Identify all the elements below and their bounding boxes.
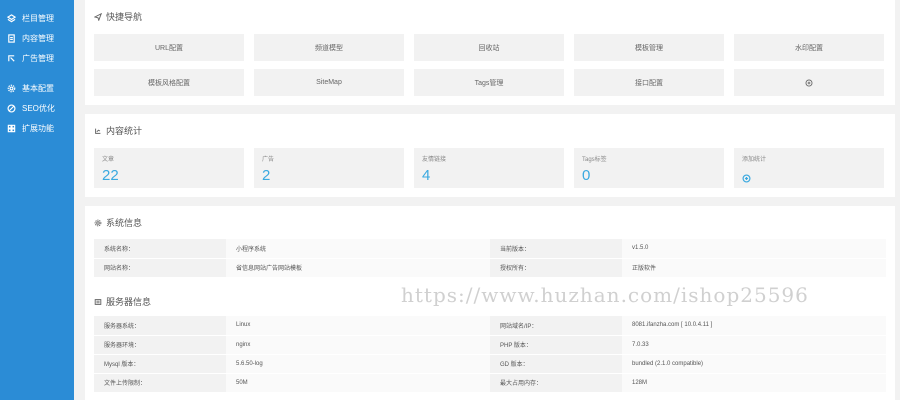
stat-value: 0 — [582, 167, 591, 184]
info-key: Mysql 版本： — [94, 354, 226, 374]
stat-ads[interactable]: 广告 2 — [254, 148, 404, 188]
table-row: 文件上传限制： 50M 最大占用内存： 128M — [94, 373, 886, 393]
sidebar-item-content[interactable]: 内容管理 — [0, 28, 74, 48]
server-info-title: 服务器信息 — [94, 295, 151, 308]
api-config-button[interactable]: 接口配置 — [574, 69, 724, 96]
stat-label: 友情链接 — [422, 157, 447, 163]
sidebar-item-columns[interactable]: 栏目管理 — [0, 8, 74, 28]
sidebar-item-ads[interactable]: 广告管理 — [0, 48, 74, 68]
info-value: 128M — [622, 373, 886, 393]
table-row: Mysql 版本： 5.6.50-log GD 版本： bundled (2.1… — [94, 354, 886, 374]
stat-value: 2 — [262, 167, 271, 184]
main-content: 快捷导航 URL配置 频道模型 回收站 模板管理 水印配置 模板风格配置 Sit… — [85, 0, 895, 400]
info-key: 当前版本： — [490, 239, 622, 259]
info-value: bundled (2.1.0 compatible) — [622, 354, 886, 374]
globe-icon — [6, 103, 16, 113]
info-key: 文件上传限制： — [94, 373, 226, 393]
info-key: 系统名称： — [94, 239, 226, 259]
stat-label: 添加统计 — [742, 157, 767, 163]
info-value: Linux — [226, 316, 490, 336]
stats-card: 内容统计 文章 22 广告 2 友情链接 4 Tags标签 0 添加统计 — [85, 114, 895, 197]
sidebar-item-label: SEO优化 — [22, 103, 55, 113]
tags-manage-button[interactable]: Tags管理 — [414, 69, 564, 96]
plus-circle-icon — [805, 79, 813, 86]
quick-nav-card: 快捷导航 URL配置 频道模型 回收站 模板管理 水印配置 模板风格配置 Sit… — [85, 0, 895, 105]
sidebar-item-seo[interactable]: SEO优化 — [0, 98, 74, 118]
info-value: nginx — [226, 335, 490, 355]
stat-tags[interactable]: Tags标签 0 — [574, 148, 724, 188]
send-icon — [94, 12, 102, 21]
info-key: 服务器环境： — [94, 335, 226, 355]
template-style-button[interactable]: 模板风格配置 — [94, 69, 244, 96]
system-info-title: 系统信息 — [94, 216, 142, 229]
system-info-table: 系统名称： 小程序系统 当前版本： v1.5.0 网站名称： 省信息网站广告网站… — [94, 239, 886, 278]
info-key: 授权所有： — [490, 258, 622, 278]
quick-nav-title: 快捷导航 — [94, 10, 142, 23]
server-info-table: 服务器系统： Linux 网站域名/IP： 8081.ifanzha.com [… — [94, 316, 886, 393]
watermark-config-button[interactable]: 水印配置 — [734, 34, 884, 61]
info-value: v1.5.0 — [622, 239, 886, 259]
stat-label: 广告 — [262, 157, 275, 163]
ad-icon — [6, 53, 16, 63]
watermark-text: https://www.huzhan.com/ishop25596 — [401, 283, 809, 307]
stat-add[interactable]: 添加统计 — [734, 148, 884, 188]
grid-icon — [6, 123, 16, 133]
stat-value: 4 — [422, 167, 431, 184]
info-key: 网站名称： — [94, 258, 226, 278]
sidebar-item-settings[interactable]: 基本配置 — [0, 78, 74, 98]
recycle-bin-button[interactable]: 回收站 — [414, 34, 564, 61]
sitemap-button[interactable]: SiteMap — [254, 69, 404, 96]
info-value: 8081.ifanzha.com [ 10.0.4.11 ] — [622, 316, 886, 336]
info-key: GD 版本： — [490, 354, 622, 374]
info-key: 服务器系统： — [94, 316, 226, 336]
sidebar-item-label: 扩展功能 — [22, 123, 54, 133]
add-shortcut-button[interactable] — [734, 69, 884, 96]
channel-model-button[interactable]: 频道模型 — [254, 34, 404, 61]
info-value: 正版软件 — [622, 258, 886, 278]
layers-icon — [6, 13, 16, 23]
stats-title: 内容统计 — [94, 124, 142, 137]
chart-icon — [95, 128, 101, 134]
stat-label: Tags标签 — [582, 157, 607, 163]
info-value: 5.6.50-log — [226, 354, 490, 374]
info-key: 最大占用内存： — [490, 373, 622, 393]
sidebar-item-extensions[interactable]: 扩展功能 — [0, 118, 74, 138]
table-row: 服务器系统： Linux 网站域名/IP： 8081.ifanzha.com [… — [94, 316, 886, 336]
template-manage-button[interactable]: 模板管理 — [574, 34, 724, 61]
stat-value: 22 — [102, 167, 119, 184]
sidebar-item-label: 广告管理 — [22, 53, 54, 63]
list-icon — [94, 298, 102, 305]
table-row: 系统名称： 小程序系统 当前版本： v1.5.0 — [94, 239, 886, 259]
document-icon — [6, 33, 16, 43]
info-key: PHP 版本： — [490, 335, 622, 355]
info-value: 7.0.33 — [622, 335, 886, 355]
stat-links[interactable]: 友情链接 4 — [414, 148, 564, 188]
url-config-button[interactable]: URL配置 — [94, 34, 244, 61]
stat-articles[interactable]: 文章 22 — [94, 148, 244, 188]
info-value: 50M — [226, 373, 490, 393]
gear-icon — [94, 219, 102, 226]
info-key: 网站域名/IP： — [490, 316, 622, 336]
table-row: 服务器环境： nginx PHP 版本： 7.0.33 — [94, 335, 886, 355]
info-value: 小程序系统 — [226, 239, 490, 259]
gear-icon — [6, 83, 16, 93]
sidebar: 栏目管理 内容管理 广告管理 基本配置 SEO优化 扩展功能 — [0, 0, 74, 400]
stat-label: 文章 — [102, 157, 115, 163]
plus-circle-icon — [742, 170, 751, 188]
sidebar-item-label: 内容管理 — [22, 33, 54, 43]
info-value: 省信息网站广告网站模板 — [226, 258, 490, 278]
sidebar-item-label: 基本配置 — [22, 83, 54, 93]
table-row: 网站名称： 省信息网站广告网站模板 授权所有： 正版软件 — [94, 258, 886, 278]
sidebar-item-label: 栏目管理 — [22, 13, 54, 23]
